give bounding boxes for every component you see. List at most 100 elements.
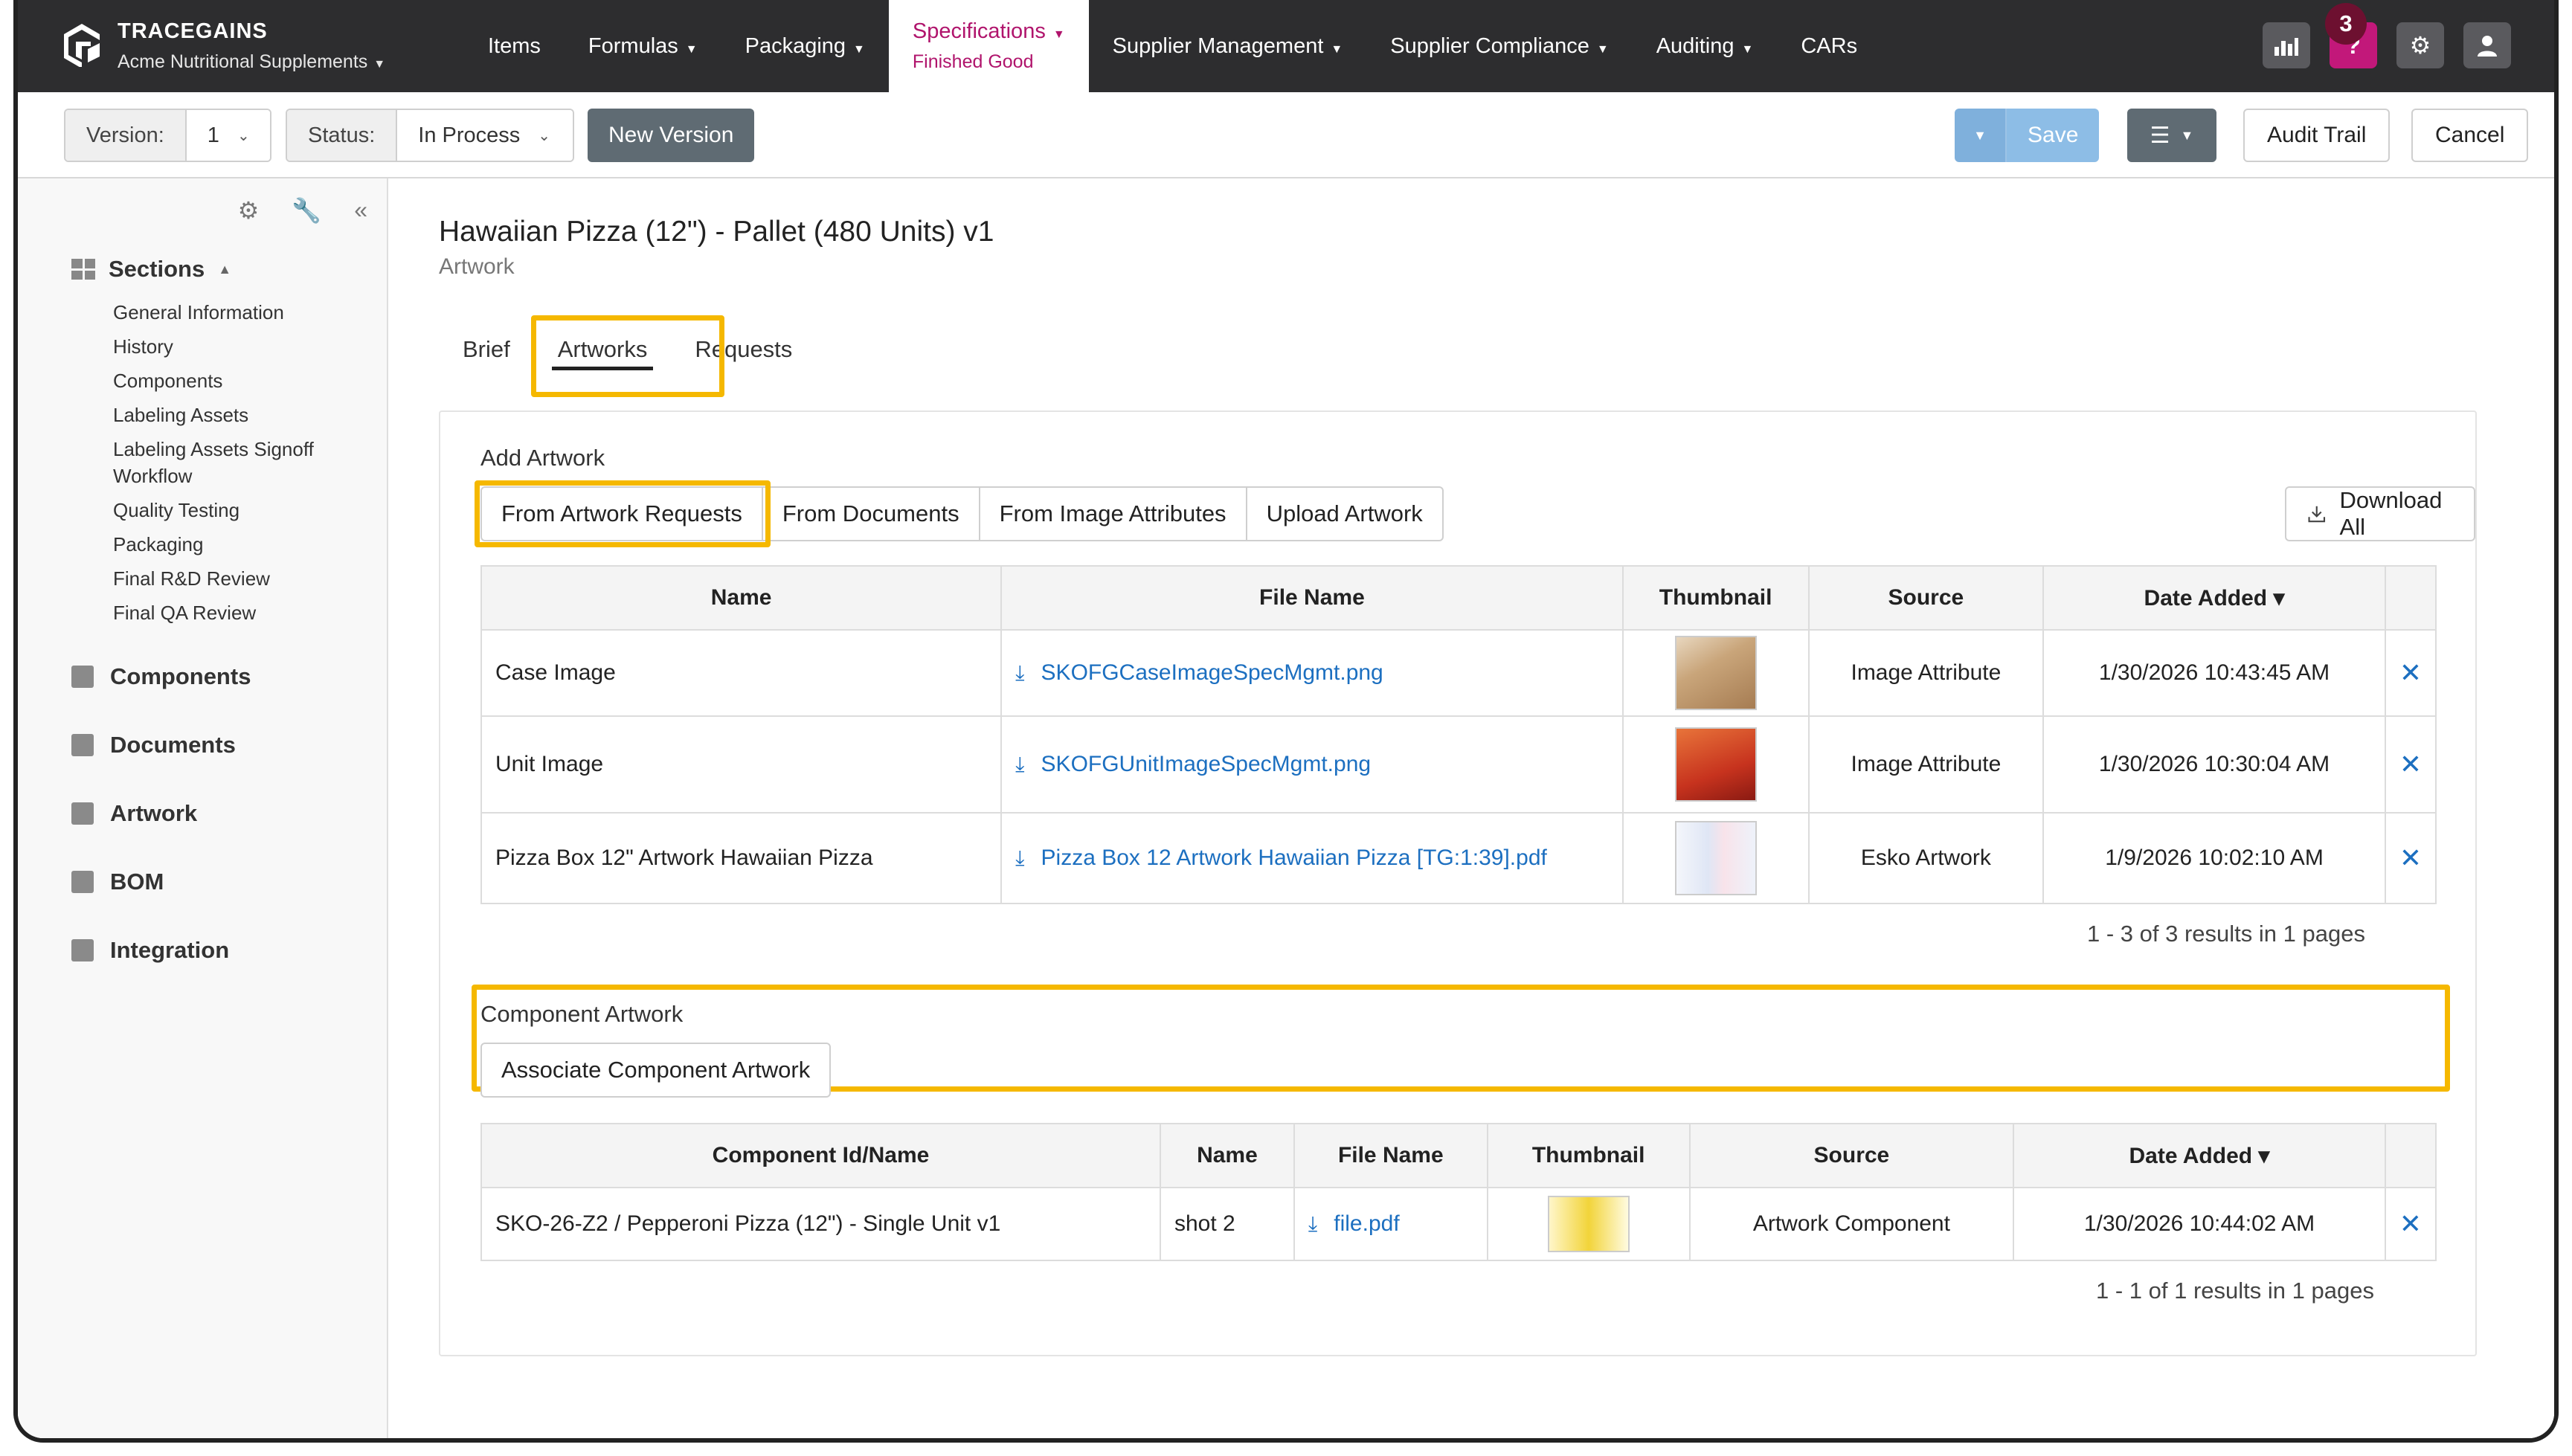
tab-requests[interactable]: Requests xyxy=(671,326,816,373)
wrench-icon[interactable]: 🔧 xyxy=(292,196,321,225)
nav-packaging[interactable]: Packaging ▼ xyxy=(721,0,889,92)
col-file-name[interactable]: File Name xyxy=(1293,1123,1488,1188)
top-nav: TRACEGAINS Acme Nutritional Supplements ▼… xyxy=(18,0,2554,92)
col-source[interactable]: Source xyxy=(1688,1123,2015,1188)
component-artwork-heading: Component Artwork xyxy=(480,1001,684,1027)
sections-toggle[interactable]: Sections ▲ xyxy=(71,256,231,283)
section-link-labeling-assets-signoff[interactable]: Labeling Assets Signoff Workflow xyxy=(113,436,381,489)
section-link-quality-testing[interactable]: Quality Testing xyxy=(113,497,381,524)
section-link-history[interactable]: History xyxy=(113,333,381,360)
tab-brief[interactable]: Brief xyxy=(439,326,534,373)
sidebar-group-label: Documents xyxy=(110,732,236,758)
analytics-icon[interactable] xyxy=(2263,22,2310,68)
download-icon[interactable]: ⤓ xyxy=(1015,753,1024,776)
user-icon[interactable] xyxy=(2463,22,2511,68)
component-artwork-thumbnail[interactable] xyxy=(1547,1196,1630,1252)
nav-label: Specifications xyxy=(912,19,1046,43)
tracegains-logo-icon[interactable] xyxy=(58,19,106,67)
gear-icon[interactable]: ⚙ xyxy=(2396,22,2444,68)
remove-icon[interactable]: ✕ xyxy=(2384,629,2437,717)
file-link[interactable]: Pizza Box 12 Artwork Hawaiian Pizza [TG:… xyxy=(1041,845,1547,870)
caret-up-icon: ▲ xyxy=(218,261,232,277)
col-thumbnail: Thumbnail xyxy=(1621,565,1810,631)
nav-label: CARs xyxy=(1801,33,1858,58)
section-link-final-qa-review[interactable]: Final QA Review xyxy=(113,599,381,626)
org-switcher[interactable]: Acme Nutritional Supplements ▼ xyxy=(118,51,385,73)
nav-formulas[interactable]: Formulas ▼ xyxy=(565,0,721,92)
row-source: Esko Artwork xyxy=(1807,812,2045,904)
from-documents-button[interactable]: From Documents xyxy=(761,486,980,541)
save-button[interactable]: Save xyxy=(2007,109,2100,162)
artwork-card: Add Artwork From Artwork Requests From D… xyxy=(439,410,2477,1356)
sidebar-group-artwork[interactable]: Artwork xyxy=(71,800,197,827)
caret-down-icon: ▼ xyxy=(373,58,386,71)
case-image-thumbnail[interactable] xyxy=(1674,636,1757,710)
remove-icon[interactable]: ✕ xyxy=(2384,1187,2437,1261)
tab-artworks[interactable]: Artworks xyxy=(534,326,672,373)
col-date-added[interactable]: Date Added ▾ xyxy=(2013,1123,2386,1188)
pizza-box-thumbnail[interactable] xyxy=(1674,821,1757,895)
file-link[interactable]: file.pdf xyxy=(1334,1211,1399,1236)
row-file-cell: ⤓ Pizza Box 12 Artwork Hawaiian Pizza [TG… xyxy=(1000,812,1624,904)
nav-cars[interactable]: CARs xyxy=(1777,0,1881,92)
col-source[interactable]: Source xyxy=(1807,565,2045,631)
download-all-button[interactable]: Download All xyxy=(2285,486,2475,541)
section-link-components[interactable]: Components xyxy=(113,367,381,394)
new-version-button[interactable]: New Version xyxy=(588,109,755,162)
table-row: Case Image ⤓ SKOFGCaseImageSpecMgmt.png I… xyxy=(480,629,2437,717)
file-link[interactable]: SKOFGCaseImageSpecMgmt.png xyxy=(1041,660,1383,685)
download-icon[interactable]: ⤓ xyxy=(1308,1212,1317,1235)
row-thumbnail-cell xyxy=(1621,629,1810,717)
from-image-attributes-button[interactable]: From Image Attributes xyxy=(978,486,1247,541)
nav-supplier-management[interactable]: Supplier Management ▼ xyxy=(1089,0,1367,92)
remove-icon[interactable]: ✕ xyxy=(2384,715,2437,814)
save-options-caret-icon[interactable]: ▼ xyxy=(1955,109,2007,162)
col-date-added[interactable]: Date Added ▾ xyxy=(2042,565,2386,631)
section-link-labeling-assets[interactable]: Labeling Assets xyxy=(113,402,381,428)
sidebar-group-components[interactable]: Components xyxy=(71,663,251,690)
status-select[interactable]: Status: In Process ⌄ xyxy=(286,109,575,162)
col-file-name[interactable]: File Name xyxy=(1000,565,1624,631)
upload-artwork-button[interactable]: Upload Artwork xyxy=(1245,486,1444,541)
add-artwork-heading: Add Artwork xyxy=(480,445,605,471)
table-row: Pizza Box 12" Artwork Hawaiian Pizza ⤓ Pi… xyxy=(480,812,2437,904)
sidebar: ⚙ 🔧 « Sections ▲ General Information His… xyxy=(18,178,388,1438)
from-artwork-requests-button[interactable]: From Artwork Requests xyxy=(480,486,763,541)
nav-supplier-compliance[interactable]: Supplier Compliance ▼ xyxy=(1366,0,1632,92)
gear-icon[interactable]: ⚙ xyxy=(238,196,260,225)
version-select[interactable]: Version: 1 ⌄ xyxy=(64,109,271,162)
help-button[interactable]: ? 3 xyxy=(2325,3,2377,68)
row-name: shot 2 xyxy=(1160,1187,1295,1261)
version-label: Version: xyxy=(65,110,187,161)
section-link-general-information[interactable]: General Information xyxy=(113,299,381,326)
sidebar-group-integration[interactable]: Integration xyxy=(71,937,229,964)
sidebar-group-bom[interactable]: BOM xyxy=(71,869,164,895)
collapse-icon[interactable]: « xyxy=(354,196,367,225)
col-component-id-name[interactable]: Component Id/Name xyxy=(480,1123,1161,1188)
hamburger-icon: ☰ xyxy=(2150,123,2170,148)
row-date: 1/30/2026 10:30:04 AM xyxy=(2042,715,2386,814)
file-link[interactable]: SKOFGUnitImageSpecMgmt.png xyxy=(1041,752,1372,776)
caret-down-icon: ▼ xyxy=(1052,28,1065,41)
nav-label: Packaging xyxy=(745,33,846,58)
sidebar-group-label: Integration xyxy=(110,937,230,963)
section-link-packaging[interactable]: Packaging xyxy=(113,531,381,558)
sidebar-group-documents[interactable]: Documents xyxy=(71,732,236,758)
nav-icon-bar: ? 3 ⚙ xyxy=(2263,3,2511,68)
download-icon[interactable]: ⤓ xyxy=(1015,846,1024,869)
nav-items[interactable]: Items xyxy=(464,0,565,92)
nav-specifications[interactable]: Specifications ▼ Finished Good xyxy=(888,0,1089,92)
remove-icon[interactable]: ✕ xyxy=(2384,812,2437,904)
section-link-final-rd-review[interactable]: Final R&D Review xyxy=(113,565,381,592)
col-name[interactable]: Name xyxy=(480,565,1003,631)
row-file-cell: ⤓ file.pdf xyxy=(1293,1187,1488,1261)
brand: TRACEGAINS Acme Nutritional Supplements ▼ xyxy=(118,19,385,73)
actions-menu-button[interactable]: ☰ ▼ xyxy=(2127,109,2216,162)
audit-trail-button[interactable]: Audit Trail xyxy=(2243,109,2391,162)
associate-component-artwork-button[interactable]: Associate Component Artwork xyxy=(480,1043,832,1098)
col-name[interactable]: Name xyxy=(1160,1123,1295,1188)
nav-auditing[interactable]: Auditing ▼ xyxy=(1633,0,1778,92)
download-icon[interactable]: ⤓ xyxy=(1015,661,1024,684)
unit-image-thumbnail[interactable] xyxy=(1674,727,1757,802)
cancel-button[interactable]: Cancel xyxy=(2411,109,2529,162)
